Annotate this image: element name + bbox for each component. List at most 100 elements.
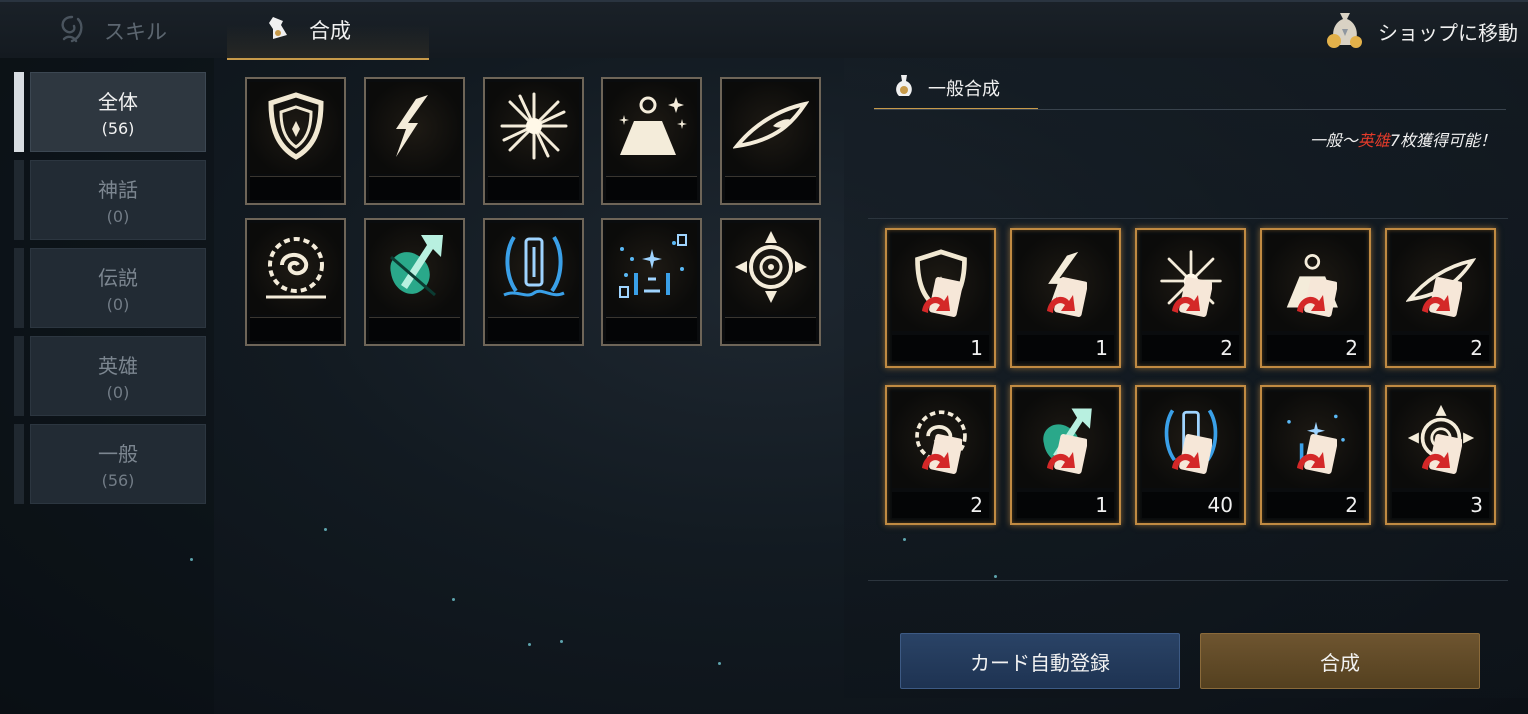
divider bbox=[868, 580, 1508, 581]
money-bag-icon bbox=[1322, 9, 1368, 54]
note-highlight: 英雄 bbox=[1357, 131, 1390, 150]
sidebar-item-count: (56) bbox=[101, 119, 135, 138]
sidebar-item-legend[interactable]: 伝説 (0) bbox=[14, 248, 206, 328]
sidebar-card: 全体 (56) bbox=[30, 72, 206, 152]
return-card-icon bbox=[1172, 434, 1212, 474]
material-card[interactable]: 2 bbox=[885, 385, 996, 525]
selection-bar bbox=[14, 72, 24, 152]
card-art bbox=[488, 223, 579, 315]
selection-bar bbox=[14, 248, 24, 328]
sidebar-item-count: (0) bbox=[106, 383, 130, 402]
card-art bbox=[1267, 392, 1364, 488]
card-art bbox=[1267, 235, 1364, 331]
flask-icon bbox=[265, 13, 295, 48]
card-count-strip bbox=[488, 317, 579, 341]
card-art bbox=[250, 223, 341, 315]
card-count-strip bbox=[250, 317, 341, 341]
shop-link[interactable]: ショップに移動 bbox=[1322, 2, 1518, 60]
material-card[interactable]: 40 bbox=[1135, 385, 1246, 525]
card-target[interactable] bbox=[720, 218, 821, 346]
tab-common-synthesis[interactable]: 一般合成 bbox=[874, 68, 1038, 110]
material-count: 2 bbox=[892, 492, 989, 518]
category-sidebar: 全体 (56) 神話 (0) 伝説 (0) 英雄 (0) 一般 (56) bbox=[0, 58, 214, 714]
selection-bar bbox=[14, 160, 24, 240]
card-blue-pillar[interactable] bbox=[483, 218, 584, 346]
sidebar-item-common[interactable]: 一般 (56) bbox=[14, 424, 206, 504]
card-sun-spiral[interactable] bbox=[245, 218, 346, 346]
sidebar-card: 神話 (0) bbox=[30, 160, 206, 240]
card-art bbox=[369, 82, 460, 174]
divider bbox=[868, 218, 1508, 219]
card-count-strip bbox=[725, 176, 816, 200]
target-icon bbox=[733, 229, 809, 309]
sidebar-item-count: (56) bbox=[101, 471, 135, 490]
synthesis-note: 一般～英雄7枚獲得可能！ bbox=[1310, 127, 1496, 151]
material-card[interactable]: 1 bbox=[885, 228, 996, 368]
card-art bbox=[1017, 235, 1114, 331]
synthesize-button[interactable]: 合成 bbox=[1200, 633, 1480, 689]
card-art bbox=[606, 82, 697, 174]
return-card-icon bbox=[1422, 434, 1462, 474]
sidebar-item-hero[interactable]: 英雄 (0) bbox=[14, 336, 206, 416]
material-card[interactable]: 2 bbox=[1385, 228, 1496, 368]
blue-sparkle-icon bbox=[612, 229, 692, 309]
material-card[interactable]: 3 bbox=[1385, 385, 1496, 525]
blue-pillar-icon bbox=[496, 229, 572, 309]
return-card-icon bbox=[1422, 277, 1462, 317]
potion-icon bbox=[892, 73, 916, 104]
card-shield[interactable] bbox=[245, 77, 346, 205]
card-art bbox=[1017, 392, 1114, 488]
sun-spiral-icon bbox=[258, 229, 334, 309]
material-card[interactable]: 2 bbox=[1260, 228, 1371, 368]
note-prefix: 一般～ bbox=[1309, 131, 1358, 150]
sidebar-item-all[interactable]: 全体 (56) bbox=[14, 72, 206, 152]
sidebar-item-label: 神話 bbox=[98, 178, 138, 202]
lightning-icon bbox=[382, 91, 448, 165]
card-art bbox=[250, 82, 341, 174]
card-art bbox=[488, 82, 579, 174]
card-art bbox=[1142, 235, 1239, 331]
card-count-strip bbox=[369, 176, 460, 200]
material-card[interactable]: 1 bbox=[1010, 228, 1121, 368]
particle bbox=[994, 575, 997, 578]
card-art bbox=[369, 223, 460, 315]
card-blue-sparkle[interactable] bbox=[601, 218, 702, 346]
card-lightning[interactable] bbox=[364, 77, 465, 205]
card-green-leaf[interactable] bbox=[364, 218, 465, 346]
material-card[interactable]: 1 bbox=[1010, 385, 1121, 525]
material-count: 2 bbox=[1392, 335, 1489, 361]
card-count-strip bbox=[250, 176, 341, 200]
card-art bbox=[606, 223, 697, 315]
sidebar-item-count: (0) bbox=[106, 207, 130, 226]
tab-skill[interactable]: スキル bbox=[54, 2, 167, 60]
sidebar-item-label: 一般 bbox=[98, 442, 138, 466]
sidebar-item-count: (0) bbox=[106, 295, 130, 314]
sidebar-item-mythic[interactable]: 神話 (0) bbox=[14, 160, 206, 240]
auto-register-label: カード自動登録 bbox=[970, 650, 1110, 675]
selection-bar bbox=[14, 424, 24, 504]
synthesis-panel: 一般合成 一般～英雄7枚獲得可能！ bbox=[844, 58, 1528, 698]
return-card-icon bbox=[1047, 277, 1087, 317]
sidebar-card: 一般 (56) bbox=[30, 424, 206, 504]
burst-icon bbox=[498, 90, 570, 166]
sidebar-item-label: 英雄 bbox=[98, 354, 138, 378]
auto-register-button[interactable]: カード自動登録 bbox=[900, 633, 1180, 689]
card-burst[interactable] bbox=[483, 77, 584, 205]
tab-synthesis-label: 合成 bbox=[309, 19, 351, 43]
swirl-icon bbox=[54, 11, 90, 52]
weight-icon bbox=[614, 91, 690, 165]
divider bbox=[874, 109, 1506, 110]
sidebar-item-label: 全体 bbox=[98, 90, 138, 114]
return-card-icon bbox=[922, 277, 962, 317]
material-card[interactable]: 2 bbox=[1135, 228, 1246, 368]
material-count: 1 bbox=[1017, 492, 1114, 518]
tab-synthesis[interactable]: 合成 bbox=[227, 2, 429, 60]
return-card-icon bbox=[1172, 277, 1212, 317]
card-count-strip bbox=[725, 317, 816, 341]
card-weight[interactable] bbox=[601, 77, 702, 205]
card-eye[interactable] bbox=[720, 77, 821, 205]
material-count: 2 bbox=[1142, 335, 1239, 361]
material-count: 1 bbox=[1017, 335, 1114, 361]
material-card[interactable]: 2 bbox=[1260, 385, 1371, 525]
return-card-icon bbox=[1047, 434, 1087, 474]
